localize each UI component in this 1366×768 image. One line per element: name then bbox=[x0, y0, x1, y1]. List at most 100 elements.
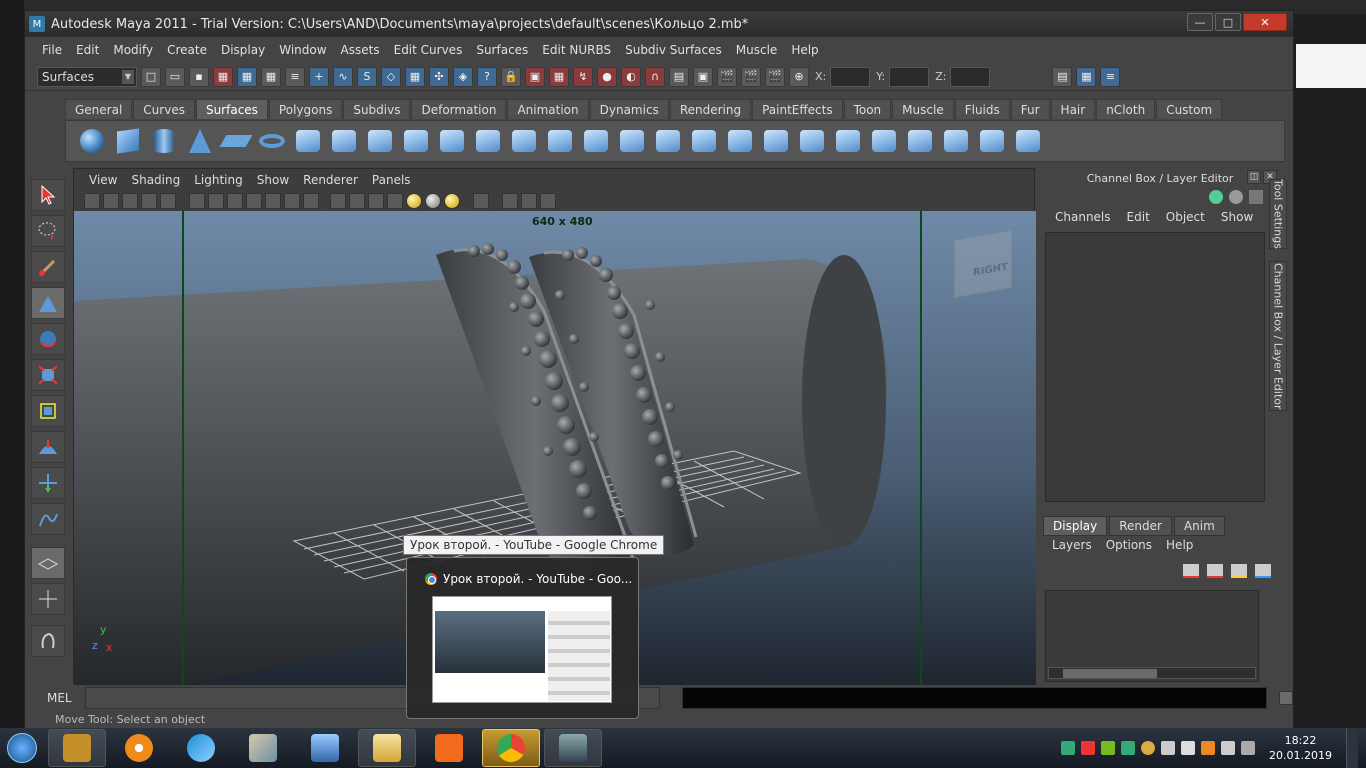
menu-muscle[interactable]: Muscle bbox=[729, 43, 785, 57]
script-editor-icon[interactable] bbox=[1279, 691, 1293, 705]
shadows-icon[interactable] bbox=[284, 193, 300, 209]
xray-joints-icon[interactable] bbox=[349, 193, 365, 209]
maximize-button[interactable]: □ bbox=[1215, 13, 1241, 31]
close-button[interactable]: ✕ bbox=[1243, 13, 1287, 31]
tab-painteffects[interactable]: PaintEffects bbox=[752, 99, 843, 119]
scale-tool-icon[interactable] bbox=[31, 359, 65, 391]
snap-curve-icon[interactable]: ↯ bbox=[573, 66, 593, 87]
manipulator-tool-icon[interactable] bbox=[31, 395, 65, 427]
lock-icon[interactable]: 🔒 bbox=[501, 66, 521, 87]
rebuild-surfaces-icon[interactable] bbox=[940, 125, 972, 157]
channel-menu-edit[interactable]: Edit bbox=[1119, 210, 1158, 224]
nurbs-plane-icon[interactable] bbox=[219, 125, 253, 157]
bevel-icon[interactable] bbox=[544, 125, 576, 157]
default-material-icon[interactable] bbox=[425, 193, 441, 209]
lasso-tool-icon[interactable] bbox=[31, 215, 65, 247]
taskbar-app-maya[interactable] bbox=[544, 729, 602, 767]
nurbs-cube-icon[interactable] bbox=[112, 125, 144, 157]
select-curve-icon[interactable]: S bbox=[357, 66, 377, 87]
tab-display-layers[interactable]: Display bbox=[1043, 516, 1108, 536]
selection-mask-icon[interactable]: ≡ bbox=[285, 66, 305, 87]
channel-menu-channels[interactable]: Channels bbox=[1047, 210, 1119, 224]
menu-file[interactable]: File bbox=[35, 43, 69, 57]
checker-icon[interactable] bbox=[387, 193, 403, 209]
menu-assets[interactable]: Assets bbox=[334, 43, 387, 57]
xray-icon[interactable] bbox=[303, 193, 319, 209]
show-manipulator-tool-icon[interactable] bbox=[31, 467, 65, 499]
taskbar-app-explorer[interactable] bbox=[358, 729, 416, 767]
field-chart-icon[interactable] bbox=[540, 193, 556, 209]
move-layer-down-icon[interactable] bbox=[1207, 564, 1223, 578]
move-tool-icon[interactable] bbox=[31, 287, 65, 319]
trim-tool-icon[interactable] bbox=[688, 125, 720, 157]
taskbar-app-settings[interactable] bbox=[110, 729, 168, 767]
select-joint-icon[interactable]: ∿ bbox=[333, 66, 353, 87]
tray-app-icon[interactable] bbox=[1061, 741, 1076, 755]
channel-box-icon[interactable]: ≡ bbox=[1100, 66, 1121, 87]
bevel-plus-icon[interactable] bbox=[580, 125, 612, 157]
nurbs-cone-icon[interactable] bbox=[184, 125, 216, 157]
tab-polygons[interactable]: Polygons bbox=[268, 99, 343, 119]
open-scene-icon[interactable]: ▭ bbox=[165, 66, 185, 87]
select-misc-icon[interactable]: ? bbox=[477, 66, 497, 87]
channel-box-side-tab[interactable]: Channel Box / Layer Editor bbox=[1269, 261, 1287, 411]
scrollbar-thumb[interactable] bbox=[1063, 669, 1157, 678]
menu-surfaces[interactable]: Surfaces bbox=[469, 43, 535, 57]
render-current-icon[interactable]: 🎬 bbox=[717, 66, 737, 87]
mel-label[interactable]: MEL bbox=[47, 691, 73, 705]
loft-icon[interactable] bbox=[328, 125, 360, 157]
channel-menu-show[interactable]: Show bbox=[1213, 210, 1261, 224]
panel-menu-panels[interactable]: Panels bbox=[365, 173, 418, 187]
select-surface-icon[interactable]: ◇ bbox=[381, 66, 401, 87]
select-object-icon[interactable]: ▦ bbox=[237, 66, 257, 87]
tab-render-layers[interactable]: Render bbox=[1109, 516, 1172, 536]
select-handle-icon[interactable]: + bbox=[309, 66, 329, 87]
tray-avast-icon[interactable] bbox=[1201, 741, 1216, 755]
snap-view-plane-icon[interactable]: ◐ bbox=[621, 66, 641, 87]
tray-network-icon[interactable] bbox=[1121, 741, 1136, 755]
menu-window[interactable]: Window bbox=[272, 43, 333, 57]
soft-modification-tool-icon[interactable] bbox=[31, 431, 65, 463]
tab-fur[interactable]: Fur bbox=[1010, 99, 1050, 119]
attach-surfaces-icon[interactable] bbox=[760, 125, 792, 157]
offset-surfaces-icon[interactable] bbox=[904, 125, 936, 157]
select-tool-icon[interactable] bbox=[31, 179, 65, 211]
snap-point-icon[interactable]: ● bbox=[597, 66, 617, 87]
manipulator-mode-icon[interactable] bbox=[1209, 190, 1223, 204]
tab-subdivs[interactable]: Subdivs bbox=[343, 99, 411, 119]
panel-menu-shading[interactable]: Shading bbox=[124, 173, 187, 187]
select-rendering-icon[interactable]: ◈ bbox=[453, 66, 473, 87]
tray-sound-icon[interactable] bbox=[1221, 741, 1236, 755]
show-desktop-button[interactable] bbox=[1346, 728, 1358, 768]
select-dynamic-icon[interactable]: ✣ bbox=[429, 66, 449, 87]
menu-edit-nurbs[interactable]: Edit NURBS bbox=[535, 43, 618, 57]
wireframe-on-shaded-icon[interactable] bbox=[227, 193, 243, 209]
textured-icon[interactable] bbox=[246, 193, 262, 209]
channel-menu-object[interactable]: Object bbox=[1158, 210, 1213, 224]
menu-modify[interactable]: Modify bbox=[106, 43, 160, 57]
channel-list[interactable] bbox=[1045, 232, 1265, 502]
isolate-select-icon[interactable] bbox=[330, 193, 346, 209]
input-line-mode-icon[interactable]: ⊕ bbox=[789, 66, 809, 87]
tool-settings-icon[interactable]: ▦ bbox=[1076, 66, 1097, 87]
use-all-lights-icon[interactable] bbox=[265, 193, 281, 209]
render-settings-icon[interactable]: 🎬 bbox=[765, 66, 785, 87]
taskbar-app-ie[interactable] bbox=[172, 729, 230, 767]
start-button[interactable] bbox=[0, 728, 44, 768]
tray-antivirus-icon[interactable] bbox=[1081, 741, 1096, 755]
maya-logo-icon[interactable] bbox=[31, 625, 65, 657]
taskbar-app-chrome[interactable] bbox=[482, 729, 540, 767]
tab-curves[interactable]: Curves bbox=[133, 99, 195, 119]
insert-isoparms-icon[interactable] bbox=[832, 125, 864, 157]
square-surface-icon[interactable] bbox=[508, 125, 540, 157]
extend-surfaces-icon[interactable] bbox=[868, 125, 900, 157]
birail-icon[interactable] bbox=[436, 125, 468, 157]
render-view-icon[interactable]: ▣ bbox=[693, 66, 713, 87]
tab-deformation[interactable]: Deformation bbox=[411, 99, 507, 119]
menu-help[interactable]: Help bbox=[784, 43, 825, 57]
tab-general[interactable]: General bbox=[65, 99, 133, 119]
tab-rendering[interactable]: Rendering bbox=[669, 99, 752, 119]
panel-menu-view[interactable]: View bbox=[82, 173, 124, 187]
taskbar-app-paint[interactable] bbox=[234, 729, 292, 767]
gate-mask-icon[interactable] bbox=[521, 193, 537, 209]
